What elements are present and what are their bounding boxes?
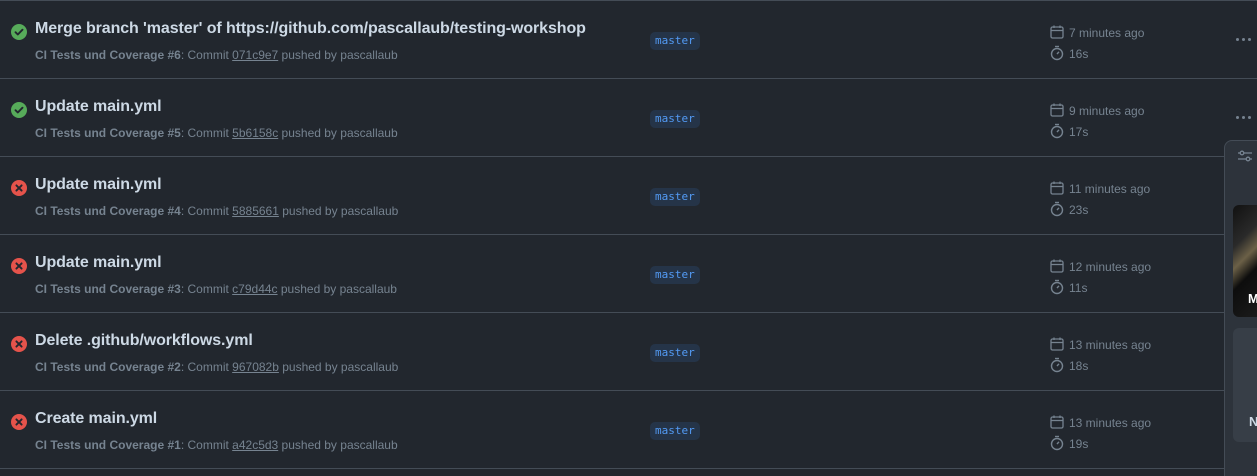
pushed-by: pushed by pascallaub bbox=[278, 438, 398, 452]
media-thumbnail[interactable]: M bbox=[1233, 205, 1257, 317]
branch-label[interactable]: master bbox=[650, 266, 700, 284]
branch-label[interactable]: master bbox=[650, 110, 700, 128]
run-duration: 16s bbox=[1069, 47, 1089, 61]
run-title-link[interactable]: Update main.yml bbox=[35, 176, 162, 194]
stopwatch-icon bbox=[1050, 279, 1064, 295]
x-circle-icon bbox=[11, 336, 27, 352]
pushed-by: pushed by pascallaub bbox=[278, 126, 398, 140]
run-meta: CI Tests und Coverage #4: Commit 5885661… bbox=[35, 204, 398, 218]
calendar-icon bbox=[1050, 415, 1064, 429]
sliders-icon[interactable] bbox=[1237, 149, 1253, 165]
calendar-icon bbox=[1050, 103, 1064, 117]
commit-sha-link[interactable]: 5b6158c bbox=[232, 126, 278, 140]
branch-label[interactable]: master bbox=[650, 188, 700, 206]
calendar-icon bbox=[1050, 25, 1064, 39]
commit-sha-link[interactable]: 071c9e7 bbox=[232, 48, 278, 62]
calendar-icon bbox=[1050, 181, 1064, 195]
calendar-icon bbox=[1050, 259, 1064, 273]
run-time-ago: 13 minutes ago bbox=[1069, 338, 1152, 352]
run-duration: 19s bbox=[1069, 437, 1089, 451]
run-time-ago: 11 minutes ago bbox=[1069, 182, 1151, 196]
workflow-run-row[interactable]: Delete .github/workflows.yml CI Tests un… bbox=[0, 313, 1257, 391]
branch-label[interactable]: master bbox=[650, 422, 700, 440]
pushed-by: pushed by pascallaub bbox=[277, 282, 397, 296]
workflow-runs-list: Merge branch 'master' of https://github.… bbox=[0, 0, 1257, 476]
commit-sha-link[interactable]: 5885661 bbox=[232, 204, 279, 218]
workflow-run-row[interactable]: Update main.yml CI Tests und Coverage #4… bbox=[0, 157, 1257, 235]
run-duration: 23s bbox=[1069, 203, 1089, 217]
run-duration: 17s bbox=[1069, 125, 1089, 139]
kebab-horizontal-icon[interactable] bbox=[1234, 109, 1254, 125]
stopwatch-icon bbox=[1050, 201, 1064, 217]
workflow-run-row[interactable]: Merge branch 'master' of https://github.… bbox=[0, 1, 1257, 79]
workflow-name: CI Tests und Coverage #3 bbox=[35, 282, 181, 296]
commit-prefix: : Commit bbox=[180, 360, 233, 374]
stopwatch-icon bbox=[1050, 45, 1064, 61]
pushed-by: pushed by pascallaub bbox=[278, 48, 398, 62]
calendar-icon bbox=[1050, 337, 1064, 351]
commit-prefix: : Commit bbox=[180, 48, 233, 62]
pushed-by: pushed by pascallaub bbox=[278, 204, 399, 218]
run-time-ago: 12 minutes ago bbox=[1069, 260, 1152, 274]
workflow-name: CI Tests und Coverage #5 bbox=[35, 126, 181, 140]
stopwatch-icon bbox=[1050, 357, 1064, 373]
run-meta: CI Tests und Coverage #1: Commit a42c5d3… bbox=[35, 438, 398, 452]
commit-prefix: : Commit bbox=[180, 438, 233, 452]
run-title-link[interactable]: Create main.yml bbox=[35, 410, 157, 428]
workflow-name: CI Tests und Coverage #2 bbox=[35, 360, 181, 374]
run-title-link[interactable]: Update main.yml bbox=[35, 254, 162, 272]
workflow-name: CI Tests und Coverage #4 bbox=[35, 204, 181, 218]
workflow-name: CI Tests und Coverage #1 bbox=[35, 438, 181, 452]
branch-label[interactable]: master bbox=[650, 344, 700, 362]
workflow-run-row[interactable]: Update main.yml CI Tests und Coverage #5… bbox=[0, 79, 1257, 157]
run-meta: CI Tests und Coverage #2: Commit 967082b… bbox=[35, 360, 398, 374]
workflow-name: CI Tests und Coverage #6 bbox=[35, 48, 181, 62]
workflow-run-row[interactable]: Create main.yml CI Tests und Coverage #1… bbox=[0, 391, 1257, 469]
run-title-link[interactable]: Merge branch 'master' of https://github.… bbox=[35, 20, 586, 38]
run-time-ago: 7 minutes ago bbox=[1069, 26, 1145, 40]
commit-sha-link[interactable]: c79d44c bbox=[232, 282, 277, 296]
run-meta: CI Tests und Coverage #6: Commit 071c9e7… bbox=[35, 48, 398, 62]
check-circle-icon bbox=[11, 102, 27, 118]
thumbnail-letter: M bbox=[1248, 291, 1257, 306]
commit-prefix: : Commit bbox=[180, 282, 233, 296]
commit-prefix: : Commit bbox=[180, 204, 233, 218]
x-circle-icon bbox=[11, 414, 27, 430]
commit-prefix: : Commit bbox=[180, 126, 233, 140]
run-title-link[interactable]: Delete .github/workflows.yml bbox=[35, 332, 253, 350]
side-card[interactable]: N bbox=[1233, 328, 1257, 442]
stopwatch-icon bbox=[1050, 435, 1064, 451]
branch-label[interactable]: master bbox=[650, 32, 700, 50]
run-time-ago: 9 minutes ago bbox=[1069, 104, 1145, 118]
workflow-run-row[interactable]: Update main.yml CI Tests und Coverage #3… bbox=[0, 235, 1257, 313]
run-meta: CI Tests und Coverage #3: Commit c79d44c… bbox=[35, 282, 397, 296]
pushed-by: pushed by pascallaub bbox=[278, 360, 399, 374]
card-letter: N bbox=[1249, 414, 1257, 429]
run-duration: 18s bbox=[1069, 359, 1089, 373]
x-circle-icon bbox=[11, 180, 27, 196]
kebab-horizontal-icon[interactable] bbox=[1234, 31, 1254, 47]
run-duration: 11s bbox=[1069, 281, 1088, 295]
x-circle-icon bbox=[11, 258, 27, 274]
run-time-ago: 13 minutes ago bbox=[1069, 416, 1152, 430]
commit-sha-link[interactable]: a42c5d3 bbox=[232, 438, 278, 452]
check-circle-icon bbox=[11, 24, 27, 40]
stopwatch-icon bbox=[1050, 123, 1064, 139]
run-title-link[interactable]: Update main.yml bbox=[35, 98, 162, 116]
commit-sha-link[interactable]: 967082b bbox=[232, 360, 279, 374]
overlay-side-panel: M N bbox=[1224, 140, 1257, 476]
run-meta: CI Tests und Coverage #5: Commit 5b6158c… bbox=[35, 126, 398, 140]
